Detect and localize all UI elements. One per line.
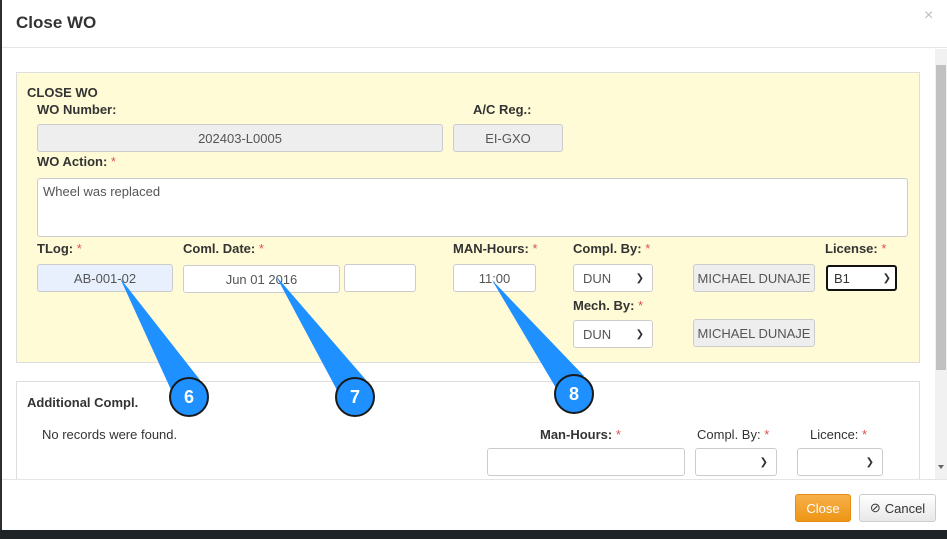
callout-7-pointer (276, 276, 366, 392)
callout-8-pointer (492, 280, 584, 388)
callout-6-number: 6 (184, 387, 194, 407)
callout-8-number: 8 (569, 384, 579, 404)
callout-6-pointer (120, 278, 200, 392)
callout-layer: 6 7 8 (120, 276, 594, 417)
callout-7-number: 7 (350, 387, 360, 407)
